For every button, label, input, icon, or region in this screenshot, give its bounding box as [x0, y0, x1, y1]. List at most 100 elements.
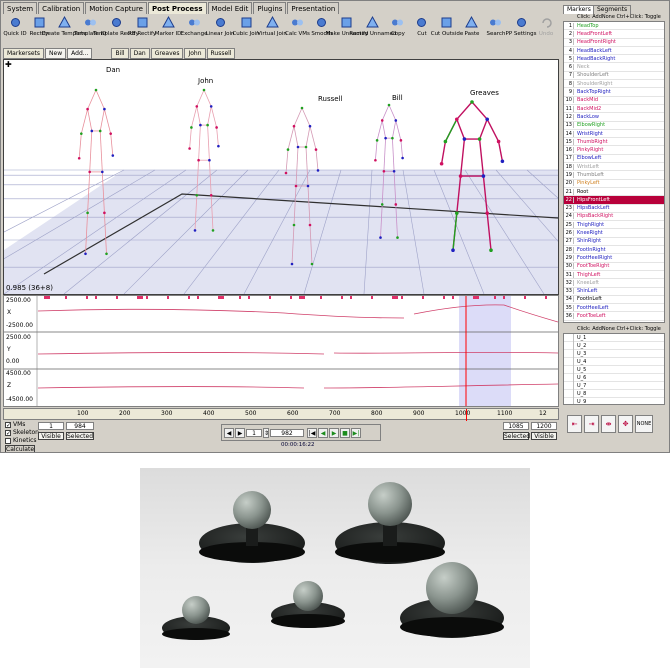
play-backward-icon[interactable]: ◀	[318, 427, 328, 438]
marker-row[interactable]: 24 HipsBackRight	[564, 213, 664, 222]
marker-row[interactable]: 29 FootHeelRight	[564, 254, 664, 263]
visible-button-right[interactable]: Visible	[531, 432, 557, 440]
marker-row[interactable]: 12 BackLow	[564, 113, 664, 122]
step-size-field[interactable]: 1	[246, 428, 262, 437]
marker-row[interactable]: 35 FootHeelLeft	[564, 304, 664, 313]
marker-row[interactable]: 4 HeadBackLeft	[564, 47, 664, 56]
tab-presentation[interactable]: Presentation	[287, 2, 340, 14]
marker-row[interactable]: 5 HeadBackRight	[564, 55, 664, 64]
marker-row[interactable]: 21 Root	[564, 188, 664, 197]
visible-range-end[interactable]: 984	[66, 422, 94, 430]
marker-row[interactable]: 23 HipsBackLeft	[564, 205, 664, 213]
marker-row[interactable]: 28 FootInRight	[564, 246, 664, 255]
segments-tab[interactable]: Segments	[593, 5, 632, 14]
unnamed-marker-list[interactable]: U_1 U_2 U_3 U_4 U_5 U_6 U_7 U_8 U_9	[563, 333, 665, 405]
go-to-end-icon[interactable]: ▶|	[351, 427, 361, 438]
stop-icon[interactable]: ■	[340, 427, 350, 438]
marker-row[interactable]: 6 Neck	[564, 63, 664, 72]
unnamed-marker-row[interactable]: U_2	[564, 341, 664, 350]
actor-tab-dan[interactable]: Dan	[129, 48, 150, 59]
marker-row[interactable]: 30 FootToeRight	[564, 263, 664, 271]
marker-row[interactable]: 17 ElbowLeft	[564, 155, 664, 164]
tab-calibration[interactable]: Calibration	[38, 2, 85, 14]
marker-row[interactable]: 26 KneeRight	[564, 229, 664, 238]
swap-left-icon[interactable]: ⇤	[567, 415, 582, 433]
marker-row[interactable]: 15 ThumbRight	[564, 138, 664, 147]
new-markerset-button[interactable]: New	[45, 48, 67, 59]
unnamed-marker-row[interactable]: U_9	[564, 397, 664, 404]
marker-row[interactable]: 18 WristLeft	[564, 163, 664, 172]
selected-range-start[interactable]: 1085	[503, 422, 529, 430]
split-icon[interactable]: ✥	[618, 415, 633, 433]
marker-row[interactable]: 2 HeadFrontLeft	[564, 30, 664, 39]
unnamed-marker-row[interactable]: U_7	[564, 381, 664, 390]
actor-tab-russell[interactable]: Russell	[206, 48, 236, 59]
rb-rectify-button[interactable]: RB Rectify	[128, 14, 156, 47]
marker-row[interactable]: 7 ShoulderLeft	[564, 72, 664, 81]
actor-tab-john[interactable]: John	[184, 48, 206, 59]
unnamed-marker-row[interactable]: U_4	[564, 357, 664, 366]
visible-range-start[interactable]: 1	[38, 422, 64, 430]
template-rectify-button[interactable]: Template Rectify	[93, 14, 139, 47]
marker-row[interactable]: 25 ThighRight	[564, 221, 664, 230]
virtual-join-button[interactable]: Virtual Join	[257, 14, 287, 47]
tab-system[interactable]: System	[3, 2, 38, 14]
visible-button-left[interactable]: Visible	[38, 432, 64, 440]
kinetics-checkbox[interactable]: Kinetics	[5, 437, 37, 444]
marker-row[interactable]: 13 ElbowRight	[564, 122, 664, 130]
marker-row[interactable]: 32 KneeLeft	[564, 279, 664, 288]
rectify-unnamed-button[interactable]: Rectify Unnamed	[349, 14, 397, 47]
search-button[interactable]: Search	[484, 14, 508, 47]
unnamed-marker-row[interactable]: U_6	[564, 373, 664, 382]
current-frame-field[interactable]: 982	[270, 428, 304, 437]
tab-motion-capture[interactable]: Motion Capture	[85, 2, 147, 14]
merge-icon[interactable]: ⇼	[601, 415, 616, 433]
3d-viewport[interactable]: ✚ Dan John Russell Bill Greaves 0.985 (3…	[3, 59, 559, 295]
marker-row[interactable]: 36 FootToeLeft	[564, 312, 664, 321]
unnamed-marker-row[interactable]: U_5	[564, 365, 664, 374]
marker-row[interactable]: 22 HipsFrontLeft	[564, 196, 664, 205]
marker-row[interactable]: 9 BackTopRight	[564, 88, 664, 97]
marker-id-button[interactable]: Marker ID	[155, 14, 181, 47]
step-spinner-icon[interactable]: ⇕	[263, 427, 269, 438]
copy-button[interactable]: Copy	[386, 14, 410, 47]
exchange-button[interactable]: Exchange	[181, 14, 207, 47]
markers-tab[interactable]: Markers	[563, 5, 595, 14]
selected-button-right[interactable]: Selected	[503, 432, 530, 440]
marker-row[interactable]: 16 PinkyRight	[564, 146, 664, 155]
undo-button[interactable]: Undo	[534, 14, 558, 47]
actor-tab-greaves[interactable]: Greaves	[150, 48, 184, 59]
tab-post-process[interactable]: Post Process	[148, 2, 207, 14]
pp-settings-button[interactable]: PP Settings	[506, 14, 536, 47]
selected-range-end[interactable]: 1200	[531, 422, 557, 430]
marker-row[interactable]: 8 ShoulderRight	[564, 80, 664, 89]
marker-row[interactable]: 33 ShinLeft	[564, 288, 664, 296]
unnamed-marker-row[interactable]: U_3	[564, 349, 664, 358]
skeleton-checkbox[interactable]: ✓ Skeleton	[5, 429, 39, 436]
marker-row[interactable]: 14 WristRight	[564, 130, 664, 139]
actor-tab-bill[interactable]: Bill	[111, 48, 129, 59]
marker-row[interactable]: 3 HeadFrontRight	[564, 39, 664, 47]
selected-button-left[interactable]: Selected	[66, 432, 94, 440]
step-back-icon[interactable]: ◀	[224, 427, 234, 438]
cut-outside-button[interactable]: Cut Outside	[431, 14, 463, 47]
marker-row[interactable]: 10 BackMid	[564, 97, 664, 105]
marker-row[interactable]: 1 HeadTop	[564, 22, 664, 31]
marker-list[interactable]: 1 HeadTop 2 HeadFrontLeft 3 HeadFrontRight 4 He…	[563, 21, 665, 323]
unnamed-marker-row[interactable]: U_8	[564, 389, 664, 398]
calc-vms-button[interactable]: Calc VMs	[285, 14, 310, 47]
marker-row[interactable]: 34 FootInLeft	[564, 296, 664, 305]
markersets-tab[interactable]: Markersets	[3, 48, 45, 59]
timeline-playhead[interactable]	[466, 409, 467, 421]
tab-plugins[interactable]: Plugins	[253, 2, 287, 14]
cubic-join-button[interactable]: Cubic Join	[232, 14, 260, 47]
unnamed-marker-row[interactable]: U_1	[564, 334, 664, 342]
linear-join-button[interactable]: Linear Join	[206, 14, 234, 47]
tab-model-edit[interactable]: Model Edit	[207, 2, 253, 14]
swap-right-icon[interactable]: ⇥	[584, 415, 599, 433]
step-forward-icon[interactable]: ▶	[235, 427, 245, 438]
vms-checkbox[interactable]: ✓ VMs	[5, 421, 25, 428]
add-markerset-button[interactable]: Add...	[67, 48, 93, 59]
marker-row[interactable]: 11 BackMid2	[564, 105, 664, 114]
timeline-ruler[interactable]: 100 200 300 400 500 600 700 800 900 1000 1100 12	[3, 408, 559, 421]
